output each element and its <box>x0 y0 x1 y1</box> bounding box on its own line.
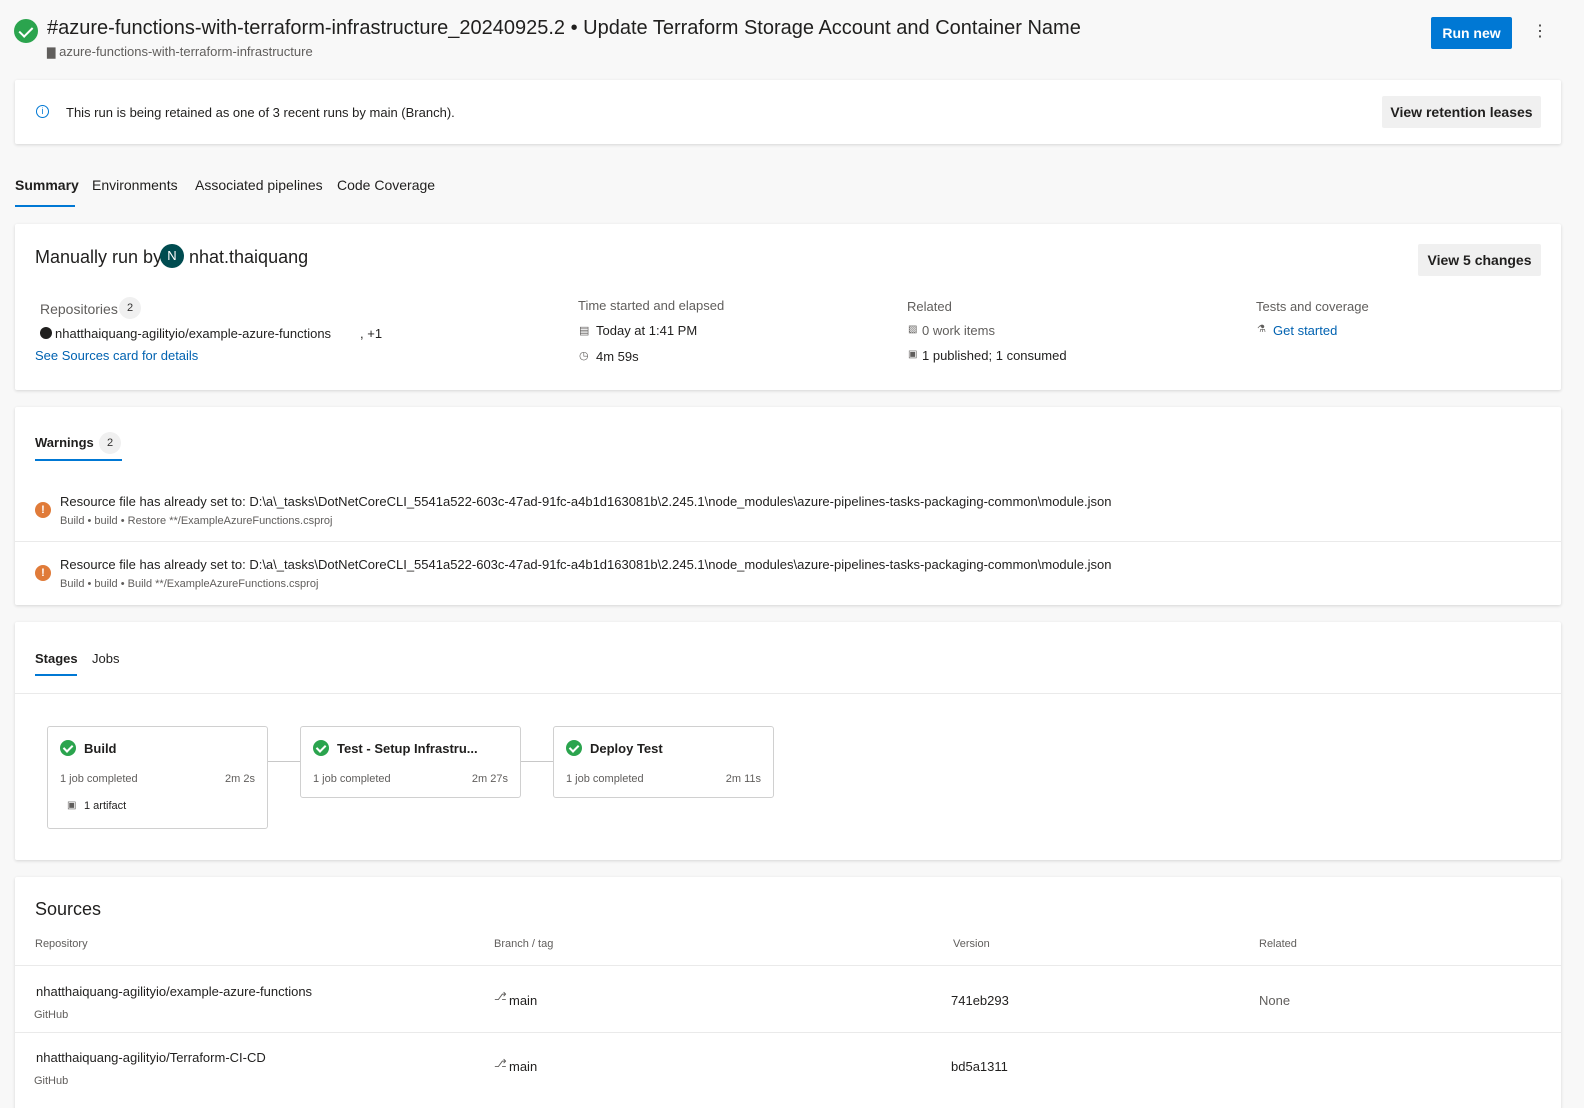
elapsed-time: 4m 59s <box>596 349 639 364</box>
warnings-tab-indicator <box>35 459 122 461</box>
retention-banner: i This run is being retained as one of 3… <box>15 80 1561 144</box>
column-header-repository: Repository <box>35 938 88 950</box>
sources-title: Sources <box>35 899 102 919</box>
table-row[interactable]: nhatthaiquang-agilityio/example-azure-fu… <box>15 966 1561 1032</box>
source-provider: GitHub <box>34 1009 69 1021</box>
stage-connector <box>521 761 553 762</box>
artifact-icon: ▣ <box>908 349 918 360</box>
retention-message: This run is being retained as one of 3 r… <box>66 105 455 120</box>
work-item-icon: ▧ <box>908 324 918 335</box>
warning-path: Build • build • Build **/ExampleAzureFun… <box>60 578 319 590</box>
run-new-button[interactable]: Run new <box>1431 17 1512 49</box>
sources-card: Sources Repository Branch / tag Version … <box>15 877 1561 1108</box>
warning-item[interactable]: ! Resource file has already set to: D:\a… <box>15 550 1561 604</box>
branch-icon: ⎇ <box>494 991 507 1003</box>
source-related: None <box>1259 993 1291 1008</box>
warning-message: Resource file has already set to: D:\a\_… <box>60 557 1112 572</box>
tab-environments[interactable]: Environments <box>92 177 178 193</box>
warnings-tab-label: Warnings <box>35 435 94 450</box>
warning-message: Resource file has already set to: D:\a\_… <box>60 494 1112 509</box>
tab-summary-indicator <box>15 205 75 207</box>
avatar: N <box>160 244 184 268</box>
stage-success-icon <box>313 740 329 756</box>
tab-stages-indicator <box>35 674 77 676</box>
source-version[interactable]: 741eb293 <box>951 993 1009 1008</box>
warning-icon: ! <box>35 502 51 518</box>
repositories-count: 2 <box>119 297 141 319</box>
pipeline-name: azure-functions-with-terraform-infrastru… <box>59 44 313 59</box>
stage-success-icon <box>60 740 76 756</box>
source-provider: GitHub <box>34 1075 69 1087</box>
view-retention-leases-button[interactable]: View retention leases <box>1382 96 1541 128</box>
source-repo: nhatthaiquang-agilityio/example-azure-fu… <box>36 984 313 999</box>
run-by-prefix: Manually run by <box>35 247 163 267</box>
run-by-user[interactable]: nhat.thaiquang <box>189 247 308 268</box>
run-title: #azure-functions-with-terraform-infrastr… <box>47 17 1081 39</box>
stages-card: Stages Jobs Build 1 job completed 2m 2s … <box>15 622 1561 860</box>
stage-build[interactable]: Build 1 job completed 2m 2s ▣ 1 artifact <box>47 726 268 829</box>
stage-name: Build <box>84 741 117 756</box>
artifacts-summary[interactable]: 1 published; 1 consumed <box>922 348 1067 363</box>
stage-status: 1 job completed <box>313 773 391 785</box>
tab-jobs[interactable]: Jobs <box>92 651 119 666</box>
calendar-icon: ▤ <box>579 325 590 337</box>
warning-icon: ! <box>35 565 51 581</box>
tests-get-started-link[interactable]: Get started <box>1273 323 1337 338</box>
source-repo: nhatthaiquang-agilityio/Terraform-CI-CD <box>36 1050 266 1065</box>
github-icon <box>40 327 52 339</box>
work-items[interactable]: 0 work items <box>922 323 995 338</box>
source-branch: main <box>509 1059 538 1074</box>
tab-associated-pipelines[interactable]: Associated pipelines <box>195 177 323 193</box>
see-sources-link[interactable]: See Sources card for details <box>35 348 198 363</box>
stage-deploy-test[interactable]: Deploy Test 1 job completed 2m 11s <box>553 726 774 798</box>
pipeline-icon: ▇ <box>47 47 56 59</box>
warnings-tab[interactable]: Warnings <box>35 435 94 450</box>
info-icon: i <box>36 105 49 118</box>
clock-icon: ◷ <box>579 350 589 362</box>
warnings-card: Warnings 2 ! Resource file has already s… <box>15 407 1561 605</box>
tests-label: Tests and coverage <box>1256 299 1369 314</box>
stage-duration: 2m 27s <box>471 773 508 785</box>
stage-artifact[interactable]: 1 artifact <box>84 800 126 812</box>
source-version[interactable]: bd5a1311 <box>951 1059 1008 1074</box>
stage-test-setup[interactable]: Test - Setup Infrastru... 1 job complete… <box>300 726 521 798</box>
pipeline-link[interactable]: ▇ azure-functions-with-terraform-infrast… <box>47 44 313 59</box>
column-header-version: Version <box>953 938 990 950</box>
stages-divider <box>15 693 1561 694</box>
table-row[interactable]: nhatthaiquang-agilityio/Terraform-CI-CD … <box>15 1033 1561 1099</box>
flask-icon: ⚗ <box>1257 324 1266 335</box>
run-success-icon <box>14 19 38 43</box>
stage-name: Test - Setup Infrastru... <box>337 741 478 756</box>
warning-item[interactable]: ! Resource file has already set to: D:\a… <box>15 487 1561 541</box>
stage-success-icon <box>566 740 582 756</box>
repositories-label: Repositories <box>40 301 118 317</box>
summary-card: Manually run by N nhat.thaiquang View 5 … <box>15 224 1561 390</box>
column-header-branch: Branch / tag <box>494 938 554 950</box>
stage-name: Deploy Test <box>590 741 663 756</box>
warning-divider <box>15 541 1561 542</box>
warning-path: Build • build • Restore **/ExampleAzureF… <box>60 515 333 527</box>
view-changes-button[interactable]: View 5 changes <box>1418 244 1541 276</box>
stage-duration: 2m 2s <box>225 773 255 785</box>
column-header-related: Related <box>1259 938 1297 950</box>
started-time: Today at 1:41 PM <box>596 323 698 338</box>
related-label: Related <box>907 299 952 314</box>
stage-connector <box>268 761 300 762</box>
more-vertical-icon[interactable]: ⋮ <box>1532 24 1548 40</box>
artifact-icon: ▣ <box>67 800 77 811</box>
time-label: Time started and elapsed <box>578 298 725 313</box>
repo-name[interactable]: nhatthaiquang-agilityio/example-azure-fu… <box>55 326 331 341</box>
tab-stages[interactable]: Stages <box>35 651 78 666</box>
repo-more: , +1 <box>360 326 383 341</box>
stage-duration: 2m 11s <box>725 773 761 785</box>
branch-icon: ⎇ <box>494 1058 507 1070</box>
stage-status: 1 job completed <box>60 773 138 785</box>
tab-code-coverage[interactable]: Code Coverage <box>337 177 435 193</box>
tab-summary[interactable]: Summary <box>15 177 79 193</box>
stage-status: 1 job completed <box>566 773 644 785</box>
warnings-count: 2 <box>99 432 121 454</box>
source-branch: main <box>509 993 538 1008</box>
